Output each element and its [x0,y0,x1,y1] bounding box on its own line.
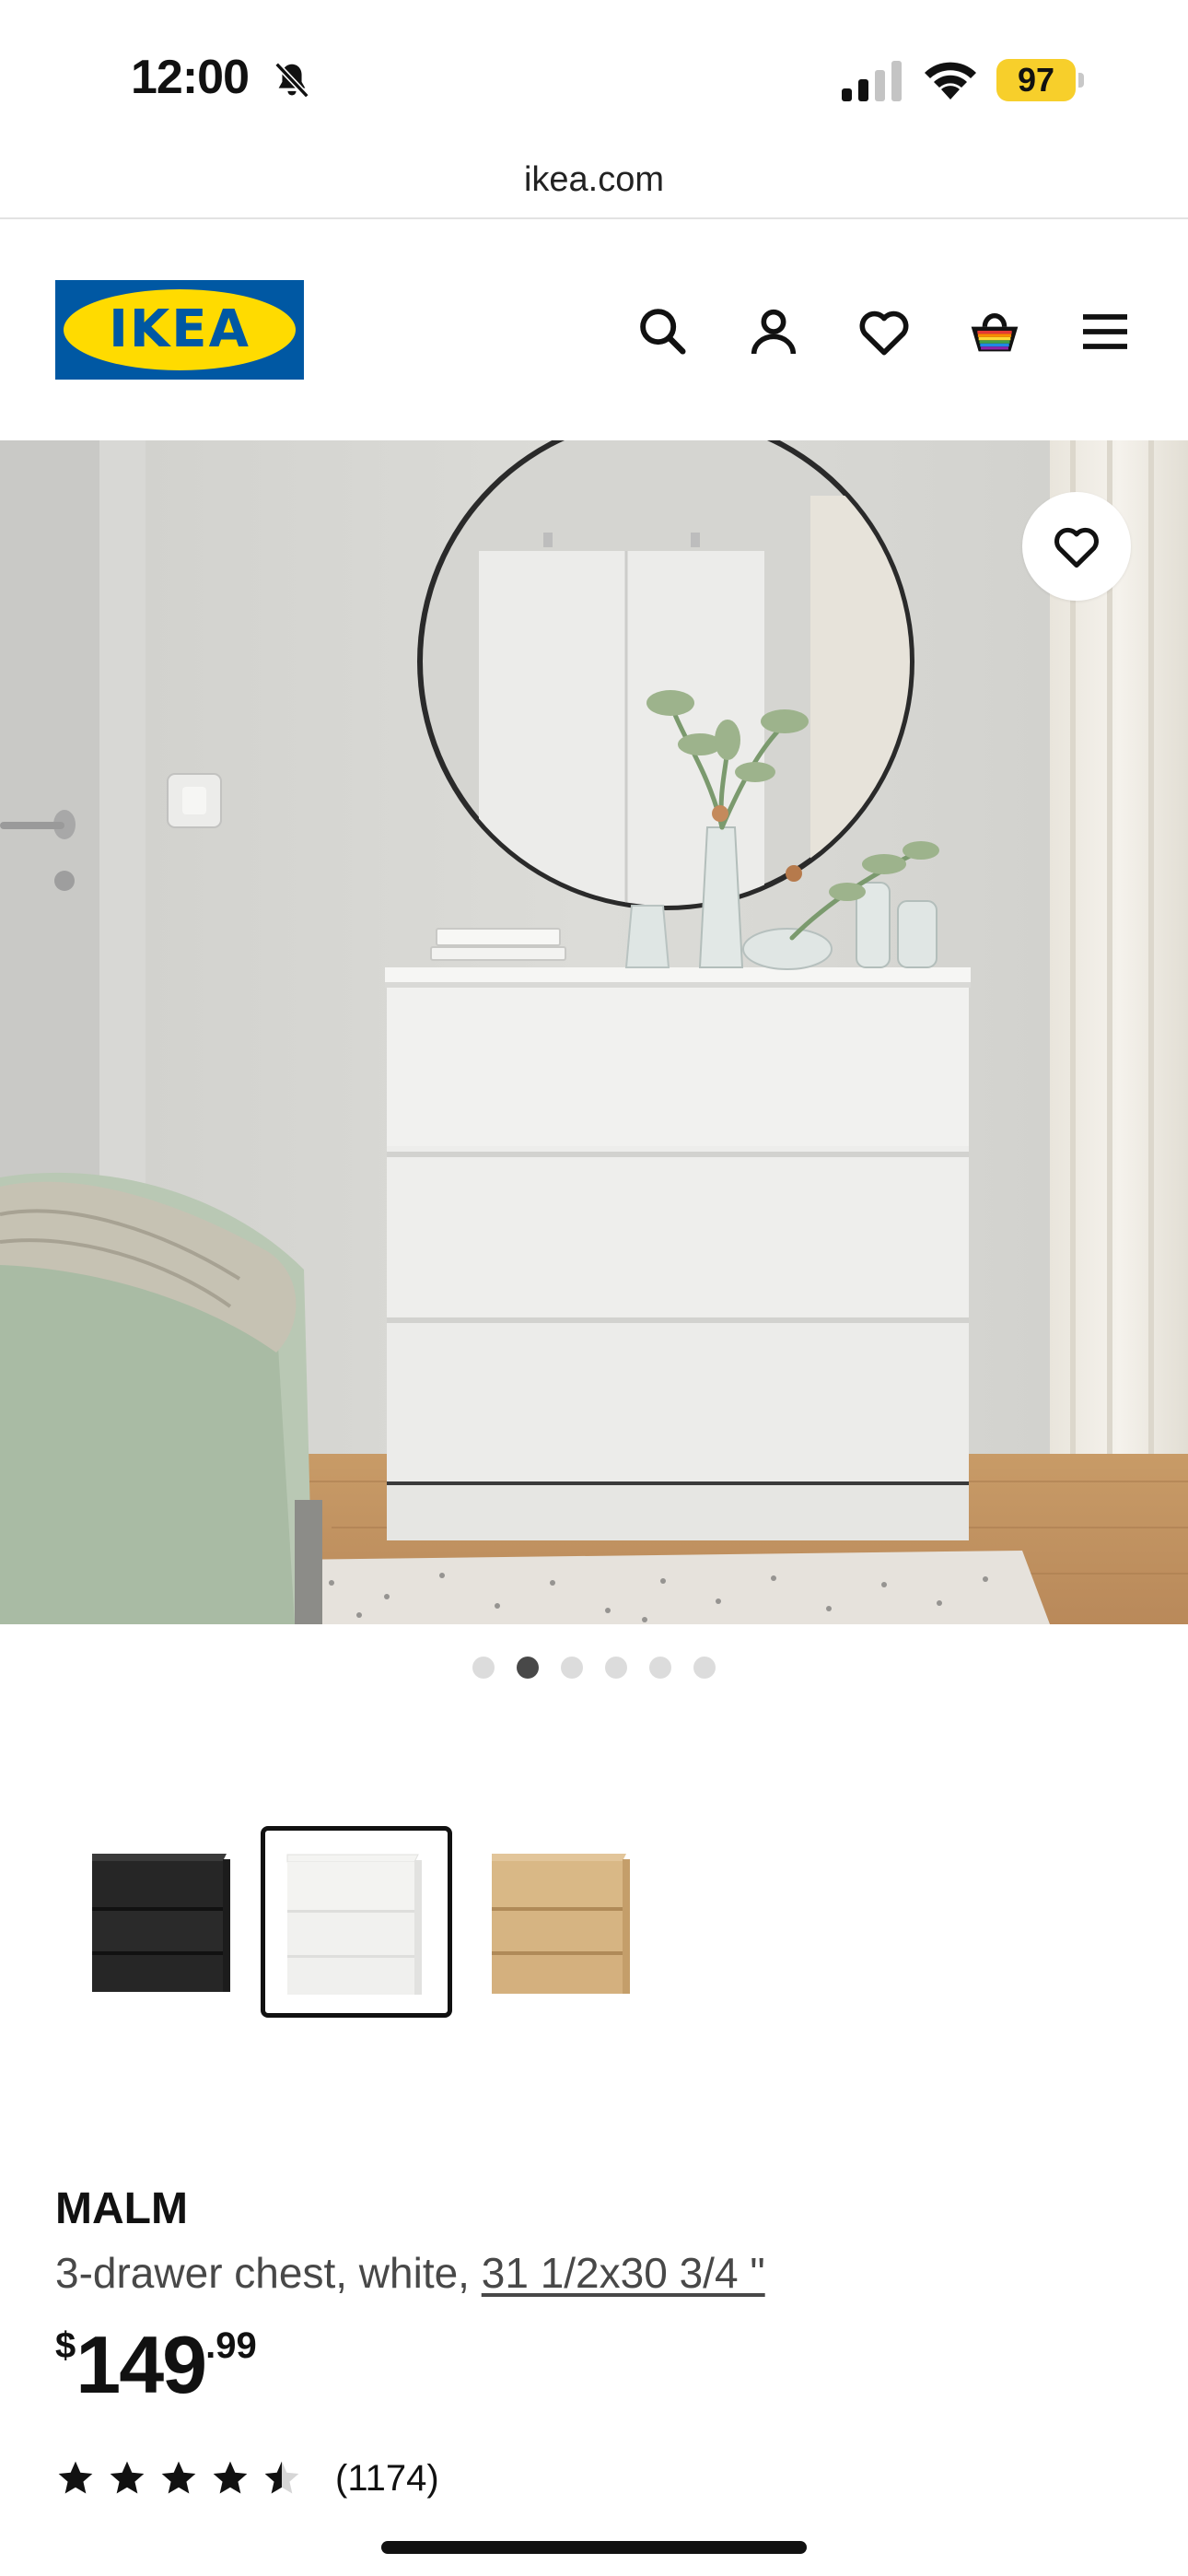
star-icon [110,2461,145,2494]
battery-level: 97 [1017,61,1055,99]
battery-icon: 97 [996,59,1085,101]
carousel-dot[interactable] [472,1657,495,1679]
carousel-dot-active[interactable] [517,1657,539,1679]
status-time: 12:00 [131,51,250,104]
heart-icon [1054,527,1099,568]
menu-icon[interactable] [1076,302,1135,361]
logo-text: IKEA [109,299,250,359]
carousel-dot[interactable] [605,1657,627,1679]
shopping-bag-icon[interactable] [965,302,1024,361]
star-icon [58,2461,93,2494]
ikea-logo[interactable]: IKEA ® [55,280,304,380]
variant-swatch-black-brown[interactable] [70,1826,262,2018]
carousel-dots [0,1657,1188,1684]
carousel-dot[interactable] [693,1657,716,1679]
status-bar: 12:00 97 [0,0,1188,157]
star-icon [161,2461,196,2494]
product-name: MALM [55,2184,188,2233]
search-icon[interactable] [634,302,693,361]
product-description-text: 3-drawer chest, white, [55,2249,482,2297]
product-image[interactable] [0,440,1188,1624]
product-photo [0,440,1188,1624]
product-size-link[interactable]: 31 1/2x30 3/4 " [482,2249,765,2297]
carousel-dot[interactable] [561,1657,583,1679]
browser-url[interactable]: ikea.com [0,157,1188,217]
product-price: $149.99 [55,2318,257,2412]
account-icon[interactable] [744,302,803,361]
variant-swatch-white-stained-oak[interactable] [468,1826,659,2018]
star-half-icon [264,2461,299,2494]
product-description: 3-drawer chest, white, 31 1/2x30 3/4 " [55,2248,765,2298]
variant-swatch-white[interactable] [261,1826,452,2018]
heart-icon[interactable] [855,302,914,361]
price-whole: 149 [76,2319,207,2410]
bell-slash-icon [274,62,309,99]
wifi-icon [925,62,976,100]
cellular-signal-icon [842,61,902,101]
site-header: IKEA ® [0,219,1188,440]
carousel-dot[interactable] [649,1657,671,1679]
home-indicator[interactable] [381,2541,807,2554]
review-count[interactable]: (1174) [335,2458,439,2500]
favorite-button[interactable] [1022,492,1131,601]
star-icon [213,2461,248,2494]
price-currency: $ [55,2325,76,2366]
product-rating[interactable]: (1174) [55,2454,439,2502]
price-cents: .99 [205,2325,257,2366]
